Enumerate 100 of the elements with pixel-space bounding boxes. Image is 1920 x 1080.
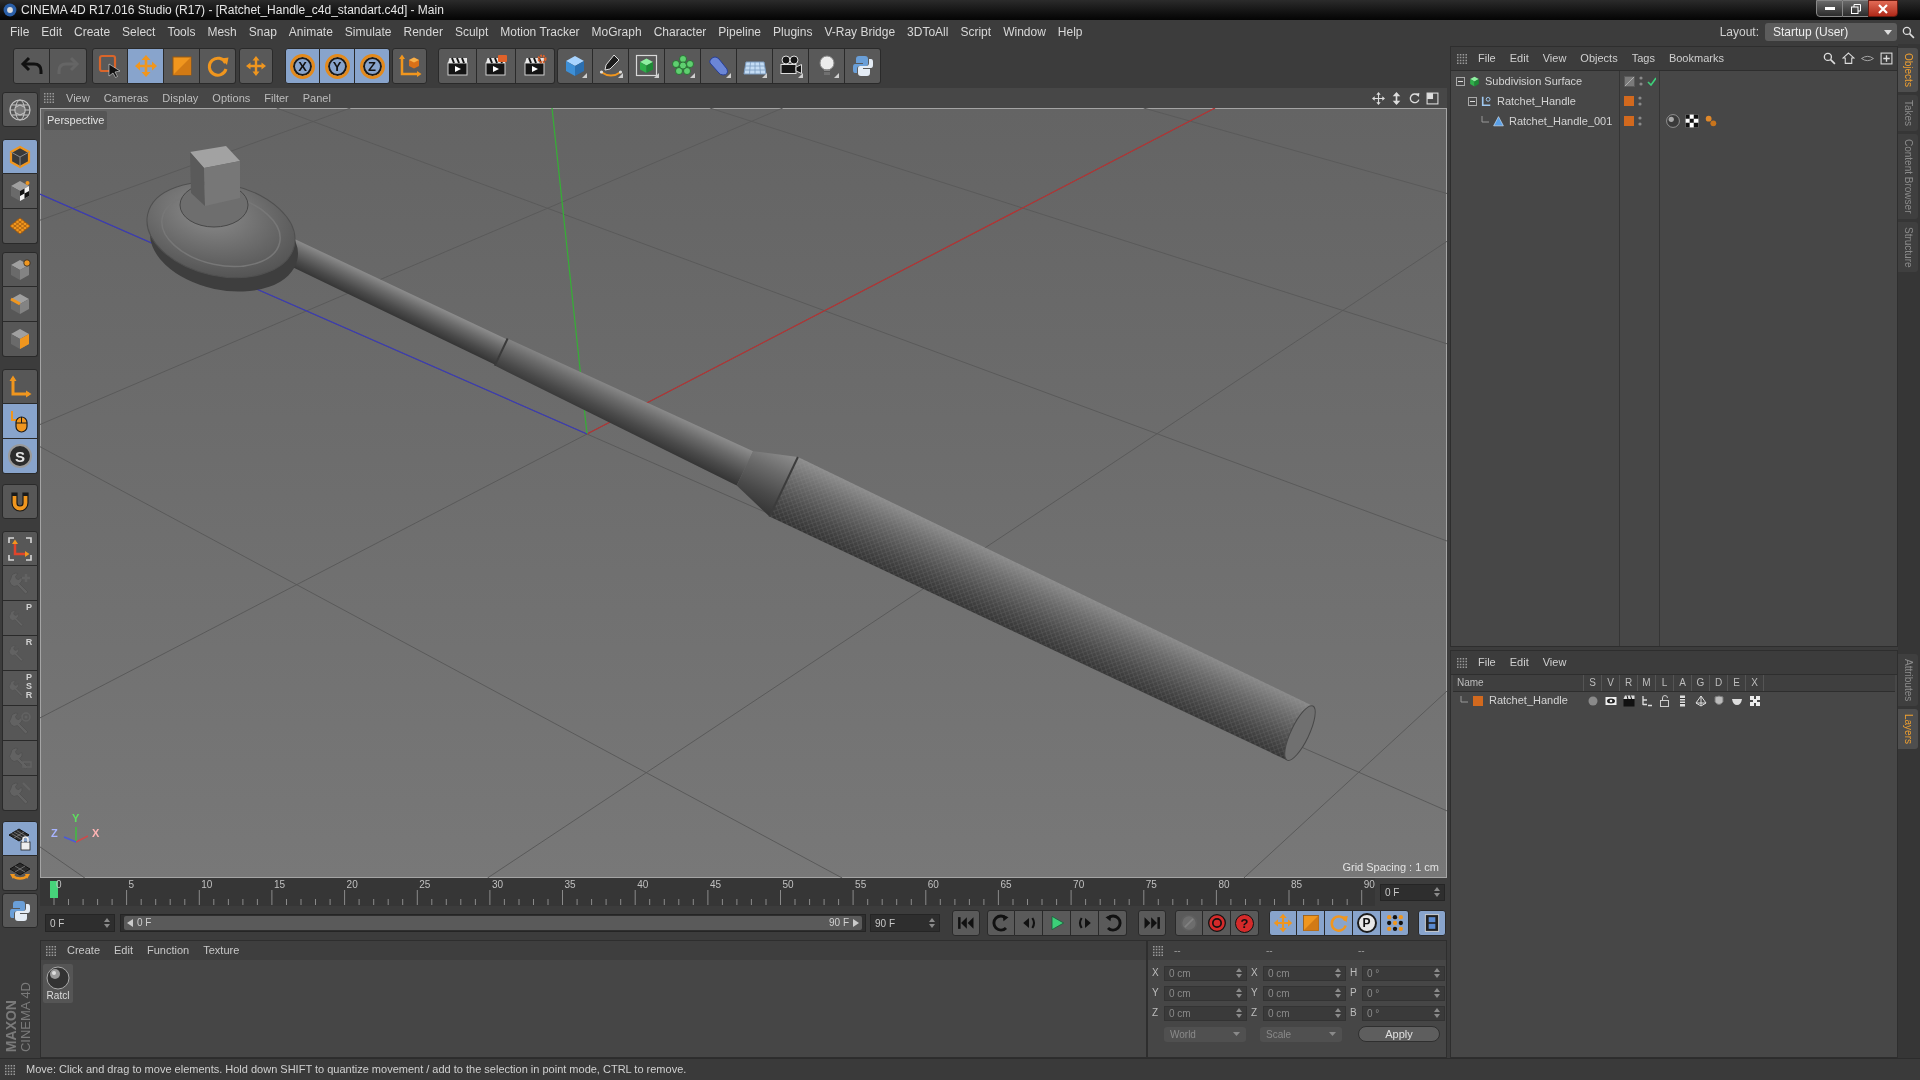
search-icon[interactable] — [1823, 52, 1836, 65]
menu-item[interactable]: File — [1478, 53, 1496, 64]
object-name[interactable]: Subdivision Surface — [1485, 75, 1583, 87]
light-button[interactable] — [809, 48, 845, 84]
dolly-icon[interactable] — [1390, 91, 1403, 105]
viewport-menu-item[interactable]: Filter — [264, 92, 289, 104]
menu-item[interactable]: Texture — [203, 945, 240, 956]
layer-color-swatch[interactable] — [1473, 695, 1483, 706]
pyramid-icon[interactable] — [1695, 694, 1707, 707]
go-to-end-button[interactable] — [1138, 910, 1166, 936]
key-position-button[interactable] — [1269, 910, 1297, 936]
menu-item[interactable]: Select — [122, 26, 156, 38]
coordinate-field[interactable]: 0 cm — [1263, 985, 1346, 1001]
record-button[interactable] — [1203, 910, 1231, 936]
menu-item[interactable]: Objects — [1580, 53, 1618, 64]
dots-icon[interactable] — [1639, 76, 1643, 86]
workplane-rotate-button[interactable] — [2, 856, 38, 891]
menu-item[interactable]: Snap — [248, 26, 277, 38]
menu-item[interactable]: Tags — [1631, 53, 1655, 64]
key-scale-button[interactable] — [1297, 910, 1325, 936]
y-axis-button[interactable]: Y — [320, 48, 355, 84]
frame-range-slider[interactable]: 0 F 90 F — [120, 914, 866, 932]
collapse-icon[interactable] — [1468, 96, 1477, 106]
menu-item[interactable]: Simulate — [344, 26, 392, 38]
side-tab[interactable]: Objects — [1898, 48, 1918, 92]
scale-tool-button[interactable] — [164, 48, 200, 84]
menu-item[interactable]: File — [1478, 657, 1496, 668]
menu-item[interactable]: Plugins — [773, 26, 813, 38]
coordinate-field[interactable]: 0 ° — [1362, 1005, 1445, 1021]
menu-item[interactable]: Edit — [41, 26, 63, 38]
cube-button[interactable] — [557, 48, 593, 84]
menu-item[interactable]: Pipeline — [718, 26, 762, 38]
menu-item[interactable]: View — [1542, 657, 1567, 668]
coordinate-field[interactable]: 0 ° — [1362, 985, 1445, 1001]
workplane-lock-button[interactable] — [2, 821, 38, 856]
workplane-axis-button[interactable] — [2, 531, 38, 566]
side-tab[interactable]: Layers — [1898, 709, 1918, 750]
selection-tool-button[interactable] — [92, 48, 128, 84]
coordinate-field[interactable]: 0 ° — [1362, 965, 1445, 981]
coordinate-field[interactable]: 0 cm — [1164, 1005, 1247, 1021]
menu-item[interactable]: Edit — [1509, 657, 1529, 668]
timeline-ruler[interactable]: 0 5 10 15 20 25 30 35 40 45 50 55 60 65 70 75 80 85 90 — [40, 878, 1375, 906]
model-mode-button[interactable] — [2, 139, 38, 174]
coordinate-field[interactable]: 0 cm — [1263, 965, 1346, 981]
keyframe-help-button[interactable]: ? — [1231, 910, 1259, 936]
workplane-mode-button[interactable] — [2, 209, 38, 244]
menu-item[interactable]: Function — [147, 945, 190, 956]
render-picture-viewer-button[interactable] — [477, 48, 516, 84]
layout-dropdown[interactable]: Startup (User) — [1765, 23, 1897, 41]
layer-name[interactable]: Ratchet_Handle — [1489, 695, 1568, 706]
deformer-button[interactable] — [701, 48, 737, 84]
menu-item[interactable]: 3DToAll — [907, 26, 949, 38]
playhead-marker[interactable] — [50, 881, 58, 898]
script-button[interactable] — [845, 48, 881, 84]
render-settings-button[interactable] — [516, 48, 555, 84]
end-frame-field[interactable]: 90 F — [870, 914, 940, 932]
menu-item[interactable]: Create — [67, 945, 101, 956]
menu-item[interactable]: Animate — [288, 26, 333, 38]
checker-tag-icon[interactable] — [1685, 114, 1699, 128]
slashed-square-icon[interactable] — [1624, 75, 1635, 87]
pen-button[interactable] — [593, 48, 629, 84]
menu-item[interactable]: V-Ray Bridge — [824, 26, 896, 38]
menu-item[interactable]: MoGraph — [591, 26, 642, 38]
viewport-menu-item[interactable]: Options — [212, 92, 251, 104]
viewport-canvas[interactable]: Perspective Y Z X Grid Spacing : 1 cm — [40, 108, 1447, 878]
render-view-button[interactable] — [438, 48, 477, 84]
polygons-mode-button[interactable] — [2, 322, 38, 357]
play-button[interactable] — [1043, 910, 1071, 936]
coordinate-field[interactable]: 0 cm — [1263, 1005, 1346, 1021]
dots-icon[interactable] — [1638, 96, 1642, 106]
menu-item[interactable]: Window — [1003, 26, 1046, 38]
apply-button[interactable]: Apply — [1358, 1026, 1440, 1042]
menu-item[interactable]: Script — [960, 26, 992, 38]
object-name[interactable]: Ratchet_Handle_001 — [1509, 115, 1613, 127]
subdivision-button[interactable] — [629, 48, 665, 84]
layer-color-swatch[interactable] — [1624, 116, 1634, 126]
restore-button[interactable] — [1843, 0, 1868, 17]
coordinate-field[interactable]: 0 cm — [1164, 985, 1247, 1001]
menu-item[interactable]: Edit — [1509, 53, 1529, 64]
pan-icon[interactable] — [1372, 91, 1385, 105]
hierarchy-icon[interactable] — [1641, 694, 1653, 707]
menu-item[interactable]: Create — [74, 26, 111, 38]
snap-button[interactable]: S — [2, 439, 38, 474]
edit-mode-button[interactable] — [2, 92, 38, 127]
viewport-menu-item[interactable]: Display — [162, 92, 199, 104]
axis-mode-button[interactable] — [2, 369, 38, 404]
rotate-tool-button[interactable] — [200, 48, 236, 84]
object-name[interactable]: Ratchet_Handle — [1497, 95, 1576, 107]
tweak-mode-button[interactable] — [2, 404, 38, 439]
collapse-icon[interactable] — [1456, 76, 1465, 86]
next-key-button[interactable] — [1099, 910, 1127, 936]
floor-button[interactable] — [737, 48, 773, 84]
menu-item[interactable]: Render — [403, 26, 443, 38]
viewport-menu-item[interactable]: Cameras — [103, 92, 149, 104]
previous-key-button[interactable] — [987, 910, 1015, 936]
eye-icon[interactable] — [1605, 694, 1617, 707]
viewport-menu-item[interactable]: Panel — [302, 92, 331, 104]
undo-button[interactable] — [13, 48, 50, 84]
viewport-menu-item[interactable]: View — [66, 92, 90, 104]
menu-item[interactable]: Edit — [114, 945, 133, 956]
